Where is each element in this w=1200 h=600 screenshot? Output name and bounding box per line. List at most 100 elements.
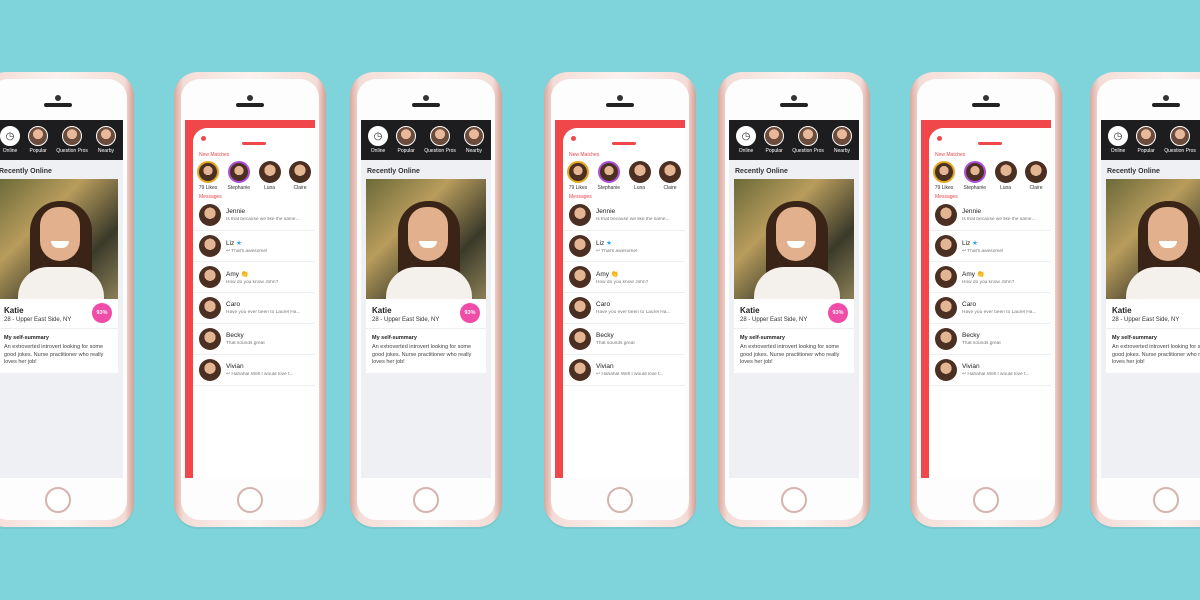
phone-profile-3: ◷ Online Popular Question Pros Nearby Rec… [718,72,870,527]
tab-question-pros[interactable]: Question Pros [1164,126,1196,154]
avatar [95,126,116,146]
avatar [569,297,591,319]
tab-question-pros[interactable]: Question Pros [424,126,456,154]
clock-icon: ◷ [736,126,757,146]
new-matches-row: 79 Likes Stephanie Luna Claire [929,158,1051,194]
star-icon: ★ [606,239,612,247]
tab-online[interactable]: ◷ Online [0,126,21,154]
tab-popular[interactable]: Popular [28,126,49,154]
home-button[interactable] [237,487,263,513]
avatar [62,126,83,146]
avatar [1170,126,1191,146]
section-title: Recently Online [1107,168,1160,175]
message-row[interactable]: Caro Have you ever been to Laurel Ha... [563,293,685,324]
tab-online[interactable]: ◷ Online [736,126,757,154]
tab-nearby[interactable]: Nearby [831,126,852,154]
back-dot-icon [937,136,942,141]
new-matches-row: 79 Likes Stephanie Luna Claire [193,158,315,194]
tab-online[interactable]: ◷ Online [368,126,389,154]
new-matches-row: 79 Likes Stephanie Luna Claire [563,158,685,194]
profile-photo[interactable] [366,179,486,299]
match-claire[interactable]: Claire [1024,161,1047,191]
clock-icon: ◷ [1108,126,1129,146]
match-likes[interactable]: 79 Likes [567,161,589,191]
match-likes[interactable]: 79 Likes [933,161,955,191]
tab-question-pros[interactable]: Question Pros [792,126,824,154]
front-camera [247,95,253,101]
summary-title: My self-summary [4,335,49,341]
profile-screen: ◷Online Popular Question Pros Nearby Rec… [1101,120,1200,478]
match-likes[interactable]: 79 Likes [197,161,219,191]
home-button[interactable] [45,487,71,513]
profile-photo[interactable] [0,179,118,299]
tab-nearby[interactable]: Nearby [95,126,116,154]
tab-online[interactable]: ◷ Online [1108,126,1129,154]
home-button[interactable] [607,487,633,513]
message-row[interactable]: Vivian ↩ Hahaha! Well I would love t... [929,355,1051,386]
tab-popular[interactable]: Popular [1136,126,1157,154]
message-row[interactable]: Jennie Is that because we like the same..… [193,200,315,231]
phone-profile-4: ◷Online Popular Question Pros Nearby Rec… [1090,72,1200,527]
match-luna[interactable]: Luna [994,161,1017,191]
message-row[interactable]: Becky That sounds great [563,324,685,355]
home-button[interactable] [973,487,999,513]
home-button[interactable] [1153,487,1179,513]
match-luna[interactable]: Luna [628,161,651,191]
messages-screen: New Matches 79 Likes Stephanie Luna Clai… [921,120,1051,478]
tab-popular[interactable]: Popular [764,126,785,154]
match-luna[interactable]: Luna [258,161,281,191]
avatar [658,161,681,183]
profile-card[interactable]: Katie 28 - Upper East Side, NY 93% My se… [366,179,486,374]
message-row[interactable]: Liz ★ ↩ That's awesome! [563,231,685,262]
handle-bar [242,142,266,145]
avatar [935,235,957,257]
home-button[interactable] [413,487,439,513]
avatar [569,328,591,350]
profile-photo[interactable] [1106,179,1200,299]
match-stephanie[interactable]: Stephanie [597,161,620,191]
avatar [28,126,49,146]
messages-panel: New Matches 79 Likes Stephanie Luna Clai… [193,128,315,478]
message-row[interactable]: Becky That sounds great [929,324,1051,355]
home-button[interactable] [781,487,807,513]
profile-photo[interactable] [734,179,854,299]
tab-popular[interactable]: Popular [396,126,417,154]
message-row[interactable]: Vivian ↩ Hahaha! Well I would love t... [193,355,315,386]
profile-card[interactable]: Katie 28 - Upper East Side, NY 93% My se… [1106,179,1200,374]
speaker [1152,103,1180,107]
message-row[interactable]: Caro Have you ever been to Laurel Ha... [929,293,1051,324]
message-row[interactable]: Becky That sounds great [193,324,315,355]
messages-screen: New Matches 79 Likes Stephanie Luna Clai… [185,120,315,478]
star-icon: ★ [236,239,242,247]
avatar [567,161,589,183]
message-row[interactable]: Amy 👏 How do you know John? [563,262,685,293]
front-camera [791,95,797,101]
profile-card[interactable]: Katie 28 - Upper East Side, NY 93% My se… [734,179,854,374]
avatar [935,297,957,319]
message-row[interactable]: Amy 👏 How do you know John? [929,262,1051,293]
match-stephanie[interactable]: Stephanie [963,161,986,191]
match-claire[interactable]: Claire [658,161,681,191]
emoji-icon: 👏 [240,270,249,278]
tab-nearby[interactable]: Nearby [463,126,484,154]
message-row[interactable]: Amy 👏 How do you know John? [193,262,315,293]
speaker [236,103,264,107]
message-row[interactable]: Jennie Is that because we like the same..… [563,200,685,231]
match-badge: 93% [92,303,112,323]
front-camera [983,95,989,101]
emoji-icon: 👏 [976,270,985,278]
avatar [288,161,311,183]
summary-text: An extroverted introvert looking for som… [372,344,472,366]
message-row[interactable]: Liz ★ ↩ That's awesome! [193,231,315,262]
message-row[interactable]: Jennie Is that because we like the same..… [929,200,1051,231]
tab-question-pros[interactable]: Question Pros [56,126,88,154]
match-claire[interactable]: Claire [288,161,311,191]
front-camera [423,95,429,101]
profile-card[interactable]: Katie 28 - Upper East Side, NY 93% My se… [0,179,118,374]
tab-bar: ◷Online Popular Question Pros Nearby [1101,120,1200,160]
message-row[interactable]: Caro Have you ever been to Laurel Ha... [193,293,315,324]
match-stephanie[interactable]: Stephanie [227,161,250,191]
message-row[interactable]: Liz ★ ↩ That's awesome! [929,231,1051,262]
profile-name: Katie [1112,306,1132,315]
message-row[interactable]: Vivian ↩ Hahaha! Well I would love t... [563,355,685,386]
